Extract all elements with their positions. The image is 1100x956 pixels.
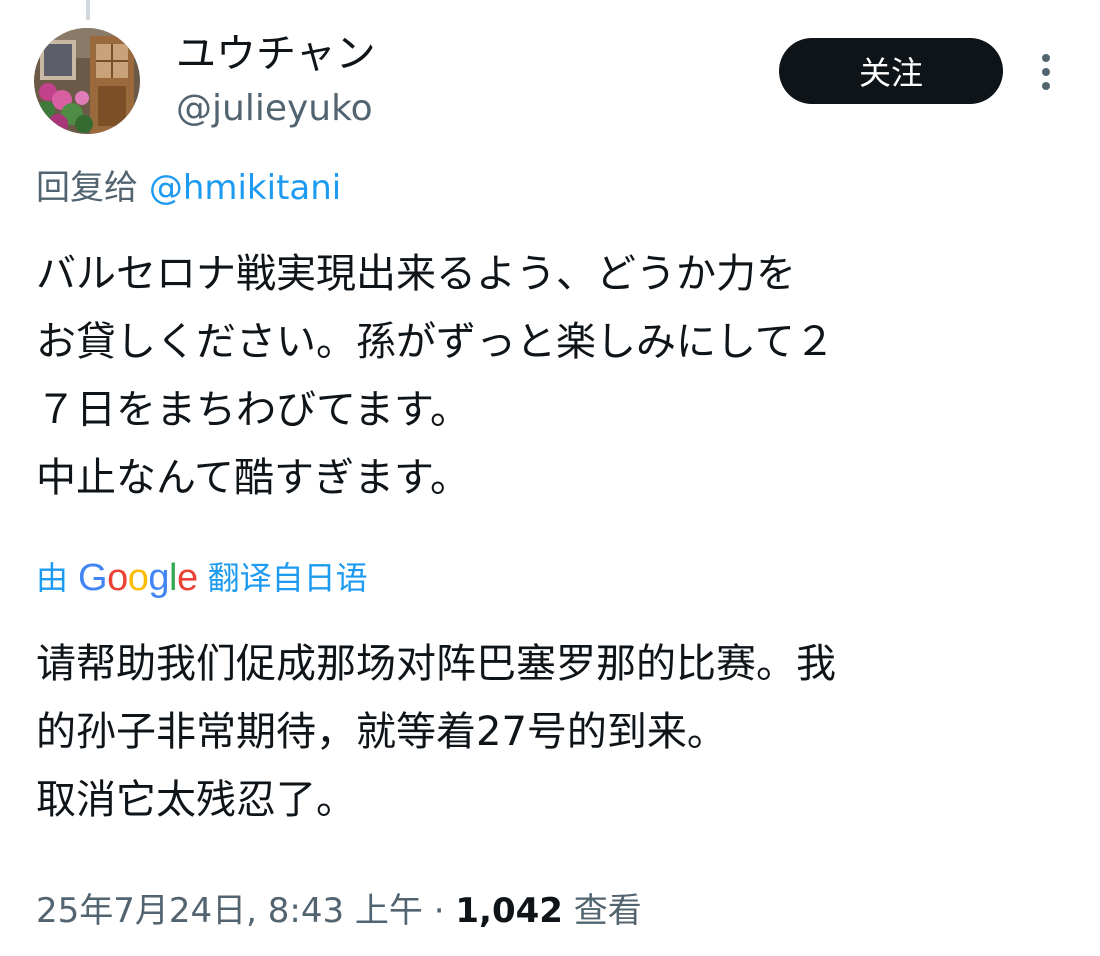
translated-text-line: 的孙子非常期待，就等着27号的到来。 <box>36 709 727 755</box>
follow-button[interactable]: 关注 <box>779 38 1003 104</box>
translated-text-line: 请帮助我们促成那场对阵巴塞罗那的比赛。我 <box>36 641 836 687</box>
user-info: ユウチャン @julieyuko <box>176 30 376 132</box>
reply-target-link[interactable]: @hmikitani <box>149 168 341 208</box>
original-text-line: お貸しください。孫がずっと楽しみにして２ <box>36 319 835 365</box>
avatar[interactable] <box>34 28 140 134</box>
translated-text-line: 取消它太残忍了。 <box>36 777 356 823</box>
views-count: 1,042 <box>455 891 563 931</box>
tweet-translated-text: 请帮助我们促成那场对阵巴塞罗那的比赛。我 的孙子非常期待，就等着27号的到来。 … <box>36 630 1066 834</box>
original-text-line: 中止なんて酷すぎます。 <box>36 455 470 501</box>
google-logo: Google <box>78 557 198 599</box>
original-text-line: ７日をまちわびてます。 <box>36 387 470 433</box>
meta-separator: · <box>433 891 445 931</box>
more-vertical-icon[interactable] <box>1032 50 1060 94</box>
tweet-original-text: バルセロナ戦実現出来るよう、どうか力を お貸しください。孫がずっと楽しみにして２… <box>36 240 1066 512</box>
avatar-photo <box>34 28 140 134</box>
display-name[interactable]: ユウチャン <box>176 30 376 78</box>
timestamp[interactable]: 25年7月24日, 8:43 上午 <box>36 891 423 931</box>
original-text-line: バルセロナ戦実現出来るよう、どうか力を <box>36 251 796 297</box>
translation-attribution[interactable]: 由 Google 翻译自日语 <box>36 556 368 600</box>
tweet-metadata: 25年7月24日, 8:43 上午 · 1,042 查看 <box>36 886 642 936</box>
user-handle[interactable]: @julieyuko <box>176 86 376 132</box>
translation-suffix: 翻译自日语 <box>207 559 368 597</box>
translation-prefix: 由 <box>36 559 69 597</box>
thread-connector-line <box>86 0 90 20</box>
reply-prefix: 回复给 <box>36 168 138 208</box>
views-label: 查看 <box>573 891 642 931</box>
reply-context: 回复给 @hmikitani <box>36 166 341 210</box>
